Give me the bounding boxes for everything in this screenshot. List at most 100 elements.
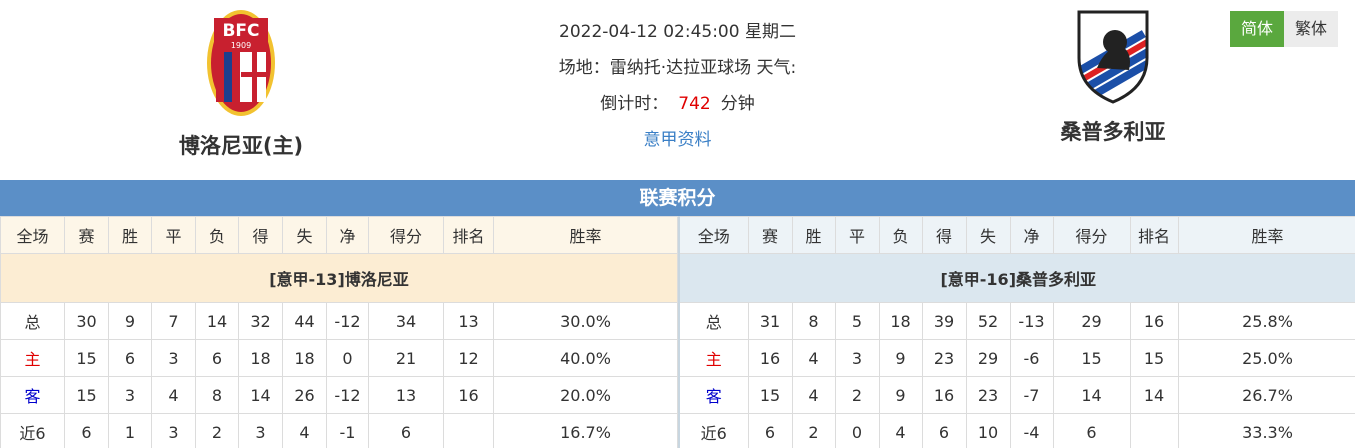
venue-label: 场地： [558, 58, 610, 78]
table-cell: 4 [151, 376, 196, 414]
column-header: 全场 [0, 216, 65, 254]
crest-year-text: 1909 [231, 41, 251, 50]
table-cell: 3 [108, 376, 152, 414]
table-cell: 39 [921, 302, 967, 340]
table-row: 客 15 4 2 9 16 23 -7 14 14 26.7% [678, 376, 1355, 414]
table-cell: 16 [443, 376, 494, 414]
table-cell: 26 [282, 376, 327, 414]
table-cell: 14 [1129, 376, 1179, 414]
table-cell: 6 [108, 339, 152, 377]
countdown-unit: 分钟 [720, 94, 755, 114]
column-header: 净 [1009, 216, 1054, 254]
countdown-label: 倒计时： [600, 94, 669, 114]
table-cell: 3 [834, 339, 880, 377]
table-cell: 14 [195, 302, 239, 340]
column-header: 胜 [108, 216, 152, 254]
match-header: BFC 1909 博洛尼亚(主) 2022-04-12 02:45:00 星期二… [0, 0, 1355, 180]
league-info-link[interactable]: 意甲资料 [644, 130, 712, 150]
column-header: 赛 [64, 216, 109, 254]
table-header-row: 全场赛胜平负得失净得分 排名 胜率 [678, 216, 1355, 254]
simplified-chinese-button[interactable]: 简体 [1230, 11, 1284, 47]
table-cell [443, 413, 494, 448]
table-cell: 33.3% [1177, 413, 1355, 448]
column-header: 胜 [791, 216, 836, 254]
table-cell: 29 [965, 339, 1011, 377]
table-cell: 0 [326, 339, 369, 377]
countdown-value: 742 [678, 94, 711, 114]
column-header: 全场 [678, 216, 749, 254]
column-header: 失 [282, 216, 327, 254]
table-cell: -12 [326, 302, 369, 340]
table-cell: 8 [195, 376, 239, 414]
section-title: 联赛积分 [0, 180, 1355, 216]
column-header: 得 [921, 216, 967, 254]
table-cell: 3 [151, 413, 196, 448]
table-cell: 2 [195, 413, 239, 448]
table-cell: 15 [64, 376, 109, 414]
table-row: 总 30 9 7 14 32 44 -12 34 13 30.0% [0, 302, 678, 340]
row-label: 近6 [0, 413, 65, 448]
bologna-crest-icon: BFC 1909 [207, 10, 275, 116]
table-cell: 16 [747, 339, 793, 377]
table-cell: -12 [326, 376, 369, 414]
table-cell: 6 [368, 413, 444, 448]
table-cell: 9 [878, 339, 923, 377]
table-cell: 21 [368, 339, 444, 377]
column-header: 负 [195, 216, 239, 254]
table-cell: 14 [238, 376, 283, 414]
match-venue-line: 场地：雷纳托·达拉亚球场 天气: [440, 50, 915, 86]
table-cell: 25.0% [1177, 339, 1355, 377]
table-cell: 2 [791, 413, 836, 448]
column-header: 排名 [443, 216, 494, 254]
table-cell: 9 [108, 302, 152, 340]
table-cell: 4 [282, 413, 327, 448]
column-header: 胜率 [493, 216, 678, 254]
table-cell: 30.0% [493, 302, 678, 340]
table-cell: 26.7% [1177, 376, 1355, 414]
table-cell: 31 [747, 302, 793, 340]
table-row: 客 15 3 4 8 14 26 -12 13 16 20.0% [0, 376, 678, 414]
row-label: 近6 [678, 413, 749, 448]
table-cell: 44 [282, 302, 327, 340]
traditional-chinese-button[interactable]: 繁体 [1284, 11, 1338, 47]
table-row: 总 31 8 5 18 39 52 -13 29 16 25.8% [678, 302, 1355, 340]
table-cell: 4 [791, 376, 836, 414]
crest-bfc-text: BFC [222, 21, 259, 41]
table-cell: 6 [64, 413, 109, 448]
column-header: 胜率 [1177, 216, 1355, 254]
sampdoria-crest-icon [1077, 10, 1149, 104]
table-cell: 6 [195, 339, 239, 377]
table-cell: 30 [64, 302, 109, 340]
table-row: 近6 6 1 3 2 3 4 -1 6 16.7% [0, 413, 678, 448]
venue-value: 雷纳托·达拉亚球场 [609, 58, 752, 78]
away-team: 桑普多利亚 [1013, 8, 1213, 146]
table-row: 主 15 6 3 6 18 18 0 21 12 40.0% [0, 339, 678, 377]
table-cell: 16 [1129, 302, 1179, 340]
row-label: 总 [678, 302, 749, 340]
column-header: 赛 [747, 216, 793, 254]
table-cell: 2 [834, 376, 880, 414]
table-cell: 20.0% [493, 376, 678, 414]
table-cell: 0 [834, 413, 880, 448]
table-cell: 23 [965, 376, 1011, 414]
row-label: 客 [678, 376, 749, 414]
table-cell: 40.0% [493, 339, 678, 377]
table-cell: 3 [238, 413, 283, 448]
column-header: 排名 [1129, 216, 1179, 254]
row-label: 客 [0, 376, 65, 414]
column-header: 平 [834, 216, 880, 254]
column-header: 得 [238, 216, 283, 254]
table-cell: 15 [1129, 339, 1179, 377]
match-weekday: 星期二 [744, 22, 796, 42]
match-info: 2022-04-12 02:45:00 星期二 场地：雷纳托·达拉亚球场 天气:… [440, 14, 915, 158]
table-cell: 32 [238, 302, 283, 340]
table-cell: 10 [965, 413, 1011, 448]
table-cell: -1 [326, 413, 369, 448]
weather-label: 天气: [756, 58, 797, 78]
countdown-line: 倒计时： 742 分钟 [440, 86, 915, 122]
away-table-caption: [意甲-16]桑普多利亚 [678, 253, 1355, 303]
table-cell: 9 [878, 376, 923, 414]
column-header: 负 [878, 216, 923, 254]
table-cell: 18 [238, 339, 283, 377]
table-cell: 15 [1052, 339, 1131, 377]
